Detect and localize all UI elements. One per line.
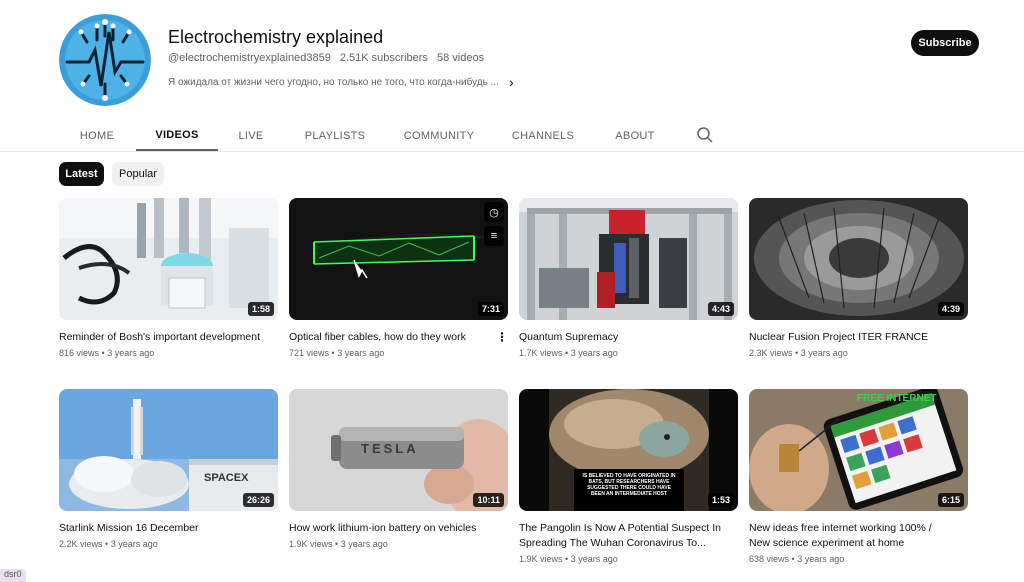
channel-description[interactable]: Я ожидала от жизни чего угодно, но тольк…	[168, 74, 514, 90]
video-title[interactable]: Nuclear Fusion Project ITER FRANCE	[749, 330, 954, 345]
more-options-icon[interactable]: ⋮	[496, 331, 508, 343]
upload-age: 3 years ago	[110, 539, 158, 549]
video-title[interactable]: Quantum Supremacy	[519, 330, 724, 345]
circuit-pulse-logo-icon	[59, 14, 151, 106]
video-title[interactable]: Reminder of Bosh's important development	[59, 330, 264, 345]
add-to-queue-icon[interactable]: ≡	[484, 226, 504, 246]
watch-later-icon[interactable]: ◷	[484, 202, 504, 222]
iter-tokamak-thumbnail-image	[749, 198, 968, 320]
video-meta: 1.9K views • 3 years ago	[289, 539, 388, 549]
video-title[interactable]: New ideas free internet working 100% / N…	[749, 521, 954, 551]
video-thumbnail[interactable]: FREE INTERNET 6:15	[749, 389, 968, 511]
chip-latest[interactable]: Latest	[59, 162, 104, 186]
subscribe-button[interactable]: Subscribe	[911, 30, 979, 56]
corner-tag: dsr0	[0, 569, 26, 582]
pangolin-caption: IS BELIEVED TO HAVE ORIGINATED IN BATS, …	[582, 473, 676, 497]
video-meta: 816 views • 3 years ago	[59, 348, 155, 358]
video-meta: 1.9K views • 3 years ago	[519, 554, 618, 564]
duration-badge: 1:58	[247, 302, 274, 316]
video-meta: 2.3K views • 3 years ago	[749, 348, 848, 358]
upload-age: 3 years ago	[800, 348, 848, 358]
video-count: 58 videos	[436, 52, 485, 64]
video-thumbnail[interactable]: SPACEX 26:26	[59, 389, 278, 511]
video-thumbnail[interactable]: ◷ ≡ 7:31	[289, 198, 508, 320]
view-count: 638 views	[749, 554, 790, 564]
duration-badge: 4:43	[707, 302, 734, 316]
video-title[interactable]: How work lithium-ion battery on vehicles	[289, 521, 494, 536]
video-meta: 1.7K views • 3 years ago	[519, 348, 618, 358]
channel-avatar[interactable]	[59, 14, 151, 106]
duration-badge: 4:39	[937, 302, 964, 316]
chevron-right-icon[interactable]: ›	[509, 74, 514, 90]
video-meta: 721 views • 3 years ago	[289, 348, 385, 358]
view-count: 2.3K views	[749, 348, 793, 358]
tesla-cell-text: TESLA	[361, 441, 419, 456]
phone-internet-thumbnail-image: FREE INTERNET	[749, 389, 968, 511]
duration-badge: 6:15	[937, 493, 964, 507]
view-count: 816 views	[59, 348, 100, 358]
channel-name: Electrochemistry explained	[168, 27, 384, 47]
tab-community[interactable]: COMMUNITY	[398, 120, 480, 151]
video-title[interactable]: Starlink Mission 16 December	[59, 521, 264, 536]
spacex-building-text: SPACEX	[204, 472, 249, 484]
video-title[interactable]: The Pangolin Is Now A Potential Suspect …	[519, 521, 724, 551]
tab-about[interactable]: ABOUT	[605, 120, 665, 151]
upload-age: 3 years ago	[570, 348, 618, 358]
channel-header: Electrochemistry explained @electrochemi…	[0, 0, 1024, 120]
engine-thumbnail-image	[59, 198, 278, 320]
search-icon[interactable]	[696, 126, 714, 144]
fiber-thumbnail-image	[289, 198, 508, 320]
video-meta: 638 views • 3 years ago	[749, 554, 845, 564]
view-count: 1.9K views	[289, 539, 333, 549]
channel-handle: @electrochemistryexplained3859	[168, 52, 331, 64]
tab-home[interactable]: HOME	[70, 120, 124, 151]
subscriber-count: 2.51K subscribers	[339, 52, 428, 64]
chip-popular[interactable]: Popular	[112, 162, 164, 186]
tab-playlists[interactable]: PLAYLISTS	[296, 120, 374, 151]
upload-age: 3 years ago	[107, 348, 155, 358]
video-thumbnail[interactable]: TESLA 10:11	[289, 389, 508, 511]
view-count: 1.9K views	[519, 554, 563, 564]
video-thumbnail[interactable]: 1:58	[59, 198, 278, 320]
channel-meta: @electrochemistryexplained3859 2.51K sub…	[168, 52, 490, 64]
video-thumbnail[interactable]: 4:43	[519, 198, 738, 320]
duration-badge: 1:53	[707, 493, 734, 507]
video-meta: 2.2K views • 3 years ago	[59, 539, 158, 549]
duration-badge: 7:31	[477, 302, 504, 316]
video-thumbnail[interactable]: IS BELIEVED TO HAVE ORIGINATED IN BATS, …	[519, 389, 738, 511]
duration-badge: 10:11	[473, 493, 504, 507]
view-count: 2.2K views	[59, 539, 103, 549]
free-internet-text: FREE INTERNET	[857, 393, 936, 404]
tab-channels[interactable]: CHANNELS	[505, 120, 581, 151]
upload-age: 3 years ago	[570, 554, 618, 564]
quantum-lab-thumbnail-image	[519, 198, 738, 320]
view-count: 721 views	[289, 348, 330, 358]
video-title[interactable]: Optical fiber cables, how do they work	[289, 330, 494, 345]
upload-age: 3 years ago	[337, 348, 385, 358]
upload-age: 3 years ago	[797, 554, 845, 564]
tab-videos[interactable]: VIDEOS	[136, 120, 218, 151]
channel-description-text: Я ожидала от жизни чего угодно, но тольк…	[168, 76, 499, 88]
tab-live[interactable]: LIVE	[230, 120, 272, 151]
channel-tabs: HOME VIDEOS LIVE PLAYLISTS COMMUNITY CHA…	[0, 120, 1024, 152]
upload-age: 3 years ago	[340, 539, 388, 549]
view-count: 1.7K views	[519, 348, 563, 358]
hover-actions: ◷ ≡	[484, 202, 504, 246]
video-thumbnail[interactable]: 4:39	[749, 198, 968, 320]
duration-badge: 26:26	[242, 493, 274, 507]
